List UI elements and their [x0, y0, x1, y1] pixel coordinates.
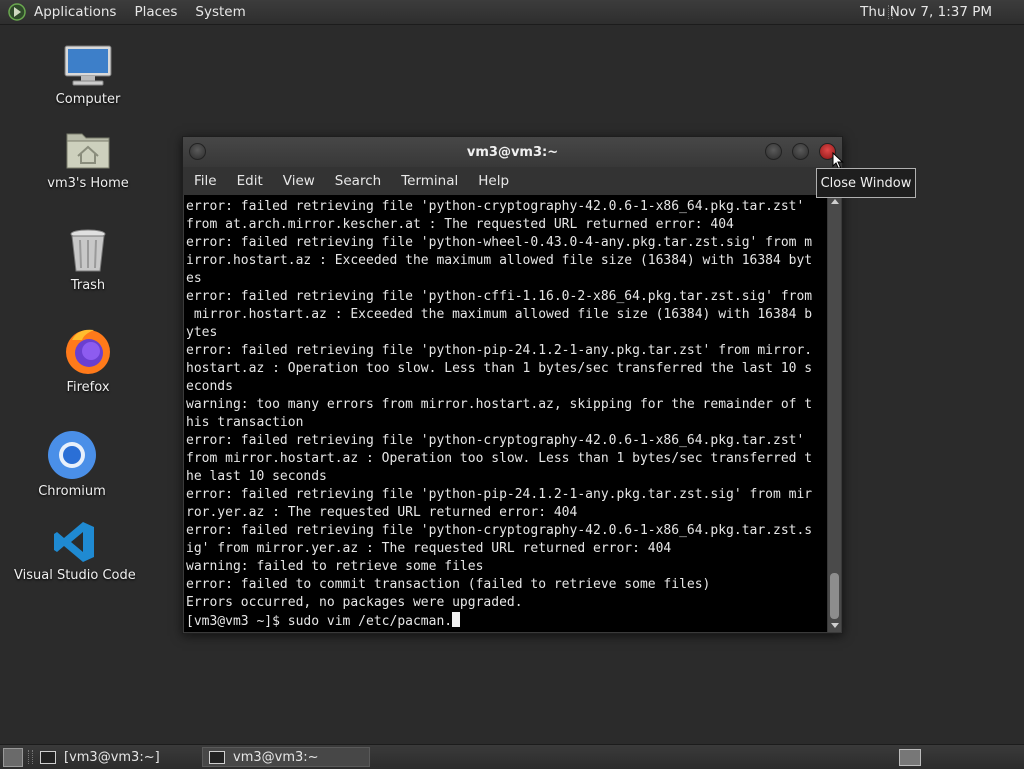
desktop-icon-trash[interactable]: Trash [48, 228, 128, 293]
vscode-icon [54, 522, 94, 562]
bottom-panel: [vm3@vm3:~] vm3@vm3:~ [0, 744, 1024, 769]
menu-help[interactable]: Help [478, 173, 509, 189]
terminal-line: his transaction [186, 415, 304, 430]
terminal-line: mirror.hostart.az : Exceeded the maximum… [186, 307, 813, 322]
terminal-line: ytes [186, 325, 218, 340]
terminal-line: error: failed retrieving file 'python-cr… [186, 433, 805, 448]
desktop-icon-label: Chromium [38, 484, 106, 499]
maximize-icon[interactable] [792, 143, 809, 160]
applications-menu[interactable]: Applications [34, 4, 116, 20]
computer-icon [64, 45, 112, 86]
applications-menu-icon[interactable] [8, 3, 26, 21]
terminal-scrollbar[interactable] [828, 195, 841, 632]
window-titlebar[interactable]: vm3@vm3:~ [183, 137, 842, 167]
terminal-line: econds [186, 379, 233, 394]
terminal-prompt-line[interactable]: [vm3@vm3 ~]$ sudo vim /etc/pacman. [186, 612, 827, 630]
terminal-icon [40, 750, 56, 764]
desktop-icon-firefox[interactable]: Firefox [48, 326, 128, 395]
menu-terminal[interactable]: Terminal [401, 173, 458, 189]
terminal-line: error: failed retrieving file 'python-pi… [186, 487, 813, 502]
terminal-line: error: failed retrieving file 'python-pi… [186, 343, 813, 358]
desktop-icon-vscode[interactable]: Visual Studio Code [14, 520, 136, 583]
top-panel: Applications Places System Thu Nov 7, 1:… [0, 0, 1024, 25]
window-title: vm3@vm3:~ [466, 145, 559, 160]
desktop-icon-label: Trash [70, 278, 106, 293]
show-desktop-icon[interactable] [3, 748, 23, 767]
desktop-icon-home[interactable]: vm3's Home [38, 126, 138, 191]
system-menu[interactable]: System [195, 4, 245, 20]
workspace-switcher[interactable] [899, 749, 921, 766]
terminal-prompt: [vm3@vm3 ~]$ sudo vim /etc/pacman. [186, 614, 453, 629]
menu-file[interactable]: File [194, 173, 217, 189]
menu-search[interactable]: Search [335, 173, 381, 189]
menu-view[interactable]: View [283, 173, 315, 189]
terminal-window[interactable]: vm3@vm3:~ File Edit View Search Terminal… [182, 136, 843, 634]
trash-icon [70, 229, 106, 272]
terminal-line: from at.arch.mirror.kescher.at : The req… [186, 217, 734, 232]
terminal-menubar: File Edit View Search Terminal Help [183, 167, 842, 195]
terminal-output[interactable]: error: failed retrieving file 'python-cr… [184, 195, 827, 632]
terminal-line: warning: too many errors from mirror.hos… [186, 397, 813, 412]
scrollbar-thumb[interactable] [830, 573, 839, 619]
terminal-line: error: failed to commit transaction (fai… [186, 577, 711, 592]
scroll-down-arrow-icon[interactable] [831, 623, 839, 628]
clock[interactable]: Thu Nov 7, 1:37 PM [860, 4, 992, 20]
terminal-line: error: failed retrieving file 'python-wh… [186, 235, 813, 250]
terminal-line: error: failed retrieving file 'python-cf… [186, 289, 813, 304]
terminal-line: error: failed retrieving file 'python-cr… [186, 523, 813, 538]
scroll-up-arrow-icon[interactable] [831, 199, 839, 204]
desktop-icon-label: Computer [55, 92, 121, 107]
menu-edit[interactable]: Edit [237, 173, 263, 189]
home-folder-icon [66, 133, 110, 169]
close-window-tooltip: Close Window [816, 168, 916, 198]
firefox-icon [66, 329, 110, 374]
desktop-icon-chromium[interactable]: Chromium [32, 430, 112, 499]
minimize-icon[interactable] [765, 143, 782, 160]
terminal-line: es [186, 271, 202, 286]
chromium-icon [48, 431, 96, 479]
desktop-icon-computer[interactable]: Computer [48, 44, 128, 107]
desktop-icon-label: vm3's Home [47, 176, 129, 191]
terminal-cursor [452, 612, 461, 627]
taskbar-item-terminal-minimized[interactable]: [vm3@vm3:~] [34, 747, 194, 767]
terminal-line: ror.yer.az : The requested URL returned … [186, 505, 578, 520]
taskbar-item-label: vm3@vm3:~ [233, 749, 319, 765]
terminal-line: Errors occurred, no packages were upgrad… [186, 595, 523, 610]
places-menu[interactable]: Places [134, 4, 177, 20]
taskbar-item-label: [vm3@vm3:~] [64, 749, 160, 765]
terminal-line: hostart.az : Operation too slow. Less th… [186, 361, 813, 376]
terminal-line: from mirror.hostart.az : Operation too s… [186, 451, 813, 466]
terminal-line: ig' from mirror.yer.az : The requested U… [186, 541, 672, 556]
desktop-icon-label: Firefox [66, 380, 110, 395]
panel-handle [28, 750, 33, 764]
terminal-line: irror.hostart.az : Exceeded the maximum … [186, 253, 813, 268]
terminal-line: he last 10 seconds [186, 469, 327, 484]
terminal-line: warning: failed to retrieve some files [186, 559, 484, 574]
desktop-icon-label: Visual Studio Code [14, 568, 136, 583]
terminal-line: error: failed retrieving file 'python-cr… [186, 199, 805, 214]
taskbar-item-terminal-active[interactable]: vm3@vm3:~ [202, 747, 370, 767]
terminal-icon [209, 750, 225, 764]
